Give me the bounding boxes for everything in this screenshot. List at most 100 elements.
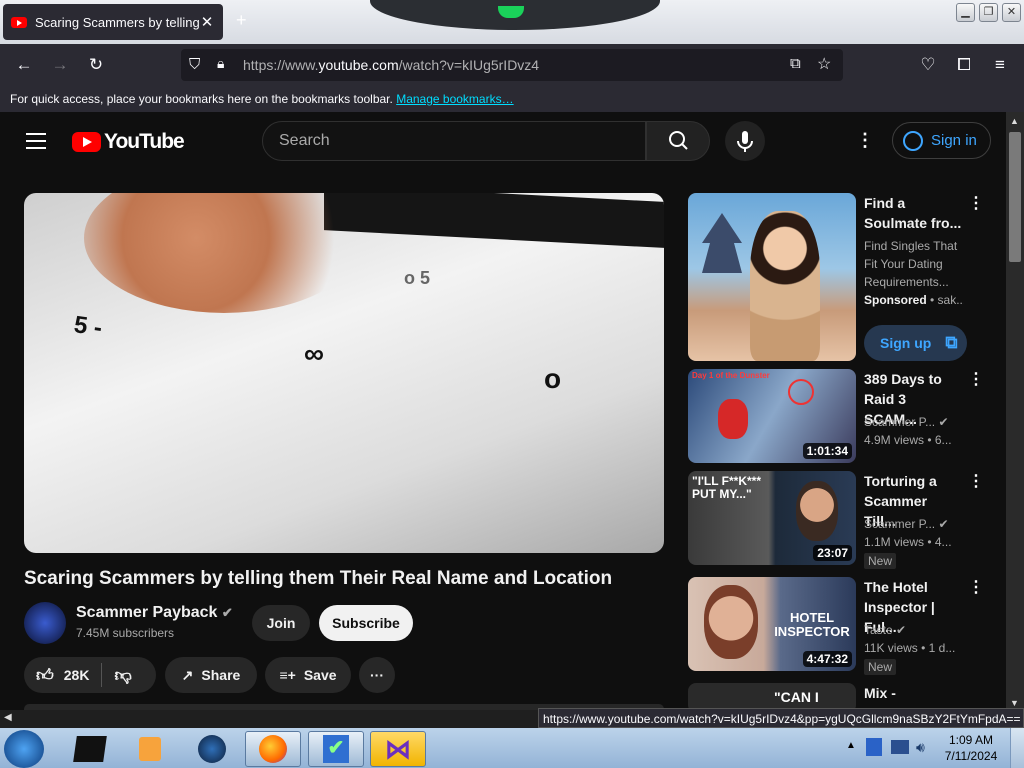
search-button[interactable] [646, 121, 710, 161]
bookmark-star-icon[interactable]: ☆ [817, 54, 831, 74]
taskbar-clock[interactable]: 1:09 AM 7/11/2024 [940, 732, 1002, 764]
taskbar-media-player[interactable] [122, 731, 178, 767]
browser-navbar: ← → ↻ ⛉ 🔒︎ https://www.youtube.com/watch… [0, 44, 1024, 86]
subscriber-count: 7.45M subscribers [76, 626, 175, 640]
show-desktop-button[interactable] [1010, 728, 1024, 768]
sign-in-button[interactable]: Sign in [892, 122, 991, 159]
network-icon[interactable] [891, 740, 909, 754]
video-player[interactable]: ∞ o 5 - o 5 [24, 193, 664, 553]
video-thumbnail[interactable]: "CAN I SPEAK [688, 683, 856, 710]
tray-expand-icon[interactable]: ▲ [846, 740, 856, 751]
search-icon [669, 131, 688, 150]
thumbs-up-icon: 👍︎ [36, 665, 54, 685]
ad-sign-up-button[interactable]: Sign up ⧉ [864, 325, 967, 361]
youtube-logo[interactable]: YouTube [72, 130, 185, 154]
close-tab-icon[interactable]: ✕ [199, 13, 215, 31]
horizontal-scrollbar[interactable]: ◀ [0, 710, 538, 728]
microphone-icon [737, 131, 753, 152]
ad-more-icon[interactable]: ⋮ [968, 193, 984, 213]
close-window-button[interactable]: ✕ [1002, 3, 1021, 22]
dislike-button[interactable]: 👎︎ [114, 665, 131, 686]
video-thumbnail[interactable]: HOTEL INSPECTOR 4:47:32 [688, 577, 856, 671]
ad-description: Find Singles That Fit Your Dating Requirem… [864, 239, 958, 289]
settings-kebab-icon[interactable]: ⋮ [855, 130, 875, 154]
sidebar-mix-card[interactable]: "CAN I SPEAK Mix - Scammer [688, 683, 988, 710]
picture-in-picture-icon[interactable]: ⧉ [790, 55, 801, 72]
url-text[interactable]: https://www.youtube.com/watch?v=kIUg5rID… [243, 57, 539, 73]
back-button[interactable]: ← [11, 52, 37, 78]
video-thumbnail[interactable]: "I'LL F**K*** PUT MY..." 23:07 [688, 471, 856, 565]
bookmarks-toolbar: For quick access, place your bookmarks h… [0, 86, 1024, 112]
search-input[interactable]: Search [262, 121, 646, 161]
youtube-favicon-icon [11, 16, 27, 28]
taskbar-firefox[interactable] [245, 731, 301, 767]
video-thumbnail[interactable]: Day 1 of the Dunster 1:01:34 [688, 369, 856, 463]
bookmarks-hint: For quick access, place your bookmarks h… [10, 92, 393, 106]
video-title[interactable]: Mix - Scammer [864, 683, 962, 710]
browser-titlebar: Scaring Scammers by telling th ✕ + ▁ ❐ ✕ [0, 0, 1024, 44]
scrollbar-thumb[interactable] [1009, 132, 1021, 262]
ad-sponsored-label: Sponsored • sak... [864, 293, 964, 307]
subscribe-button[interactable]: Subscribe [319, 605, 413, 641]
minimize-button[interactable]: ▁ [956, 3, 975, 22]
taskbar-globe-app[interactable] [184, 731, 240, 767]
channel-avatar[interactable] [24, 602, 66, 644]
channel-name[interactable]: Scammer Payback ✔ [76, 604, 233, 622]
manage-bookmarks-link[interactable]: Manage bookmarks… [396, 92, 513, 106]
sidebar-video-card[interactable]: Day 1 of the Dunster 1:01:34 389 Days to… [688, 369, 988, 465]
new-badge: New [864, 659, 897, 675]
verified-icon: ✔ [896, 623, 907, 637]
lock-icon[interactable]: 🔒︎ [217, 55, 224, 72]
video-title: Scaring Scammers by telling them Their R… [24, 568, 613, 589]
url-bar[interactable]: ⛉ 🔒︎ https://www.youtube.com/watch?v=kIU… [181, 49, 843, 81]
volume-icon[interactable]: 🔊︎ [916, 739, 925, 756]
pocket-icon[interactable]: ♡ [915, 52, 941, 78]
verified-icon: ✔ [221, 605, 233, 620]
new-tab-button[interactable]: + [236, 10, 247, 31]
taskbar-checklist-app[interactable]: ✔ [308, 731, 364, 767]
video-more-icon[interactable]: ⋮ [968, 577, 984, 597]
video-channel[interactable]: Scammer P... ✔ [864, 413, 964, 431]
thumbs-down-icon: 👎︎ [114, 665, 132, 685]
menu-icon[interactable]: ≡ [987, 52, 1013, 78]
tray-app-icon[interactable] [866, 738, 882, 756]
browser-tab-active[interactable]: Scaring Scammers by telling th ✕ [3, 4, 223, 40]
video-channel[interactable]: Scammer P... ✔ [864, 515, 964, 533]
taskbar-visual-studio[interactable]: ⋈ [370, 731, 426, 767]
join-button[interactable]: Join [252, 605, 310, 641]
verified-icon: ✔ [938, 517, 949, 531]
new-badge: New [864, 553, 897, 569]
sidebar-ad-card[interactable]: Find a Soulmate fro... Find Singles That F… [688, 193, 988, 363]
youtube-page: YouTube Search ⋮ Sign in ∞ o 5 - o 5 Sca… [0, 112, 1006, 710]
video-channel[interactable]: Taste ✔ [864, 621, 964, 639]
more-actions-button[interactable]: ··· [359, 657, 395, 693]
sidebar-video-card[interactable]: "I'LL F**K*** PUT MY..." 23:07 Torturing… [688, 471, 988, 571]
video-more-icon[interactable]: ⋮ [968, 369, 984, 389]
sidebar-video-card[interactable]: HOTEL INSPECTOR 4:47:32 The Hotel Inspect… [688, 577, 988, 677]
video-stats: 11K views • 1 d... [864, 641, 956, 655]
page-scrollbar[interactable]: ▲ ▼ [1006, 112, 1024, 710]
status-link-url: https://www.youtube.com/watch?v=kIUg5rID… [538, 708, 1024, 728]
taskbar-app-1[interactable] [62, 731, 118, 767]
video-stats: 1.1M views • 4... [864, 535, 952, 549]
video-more-icon[interactable]: ⋮ [968, 471, 984, 491]
windows-taskbar: ✔ ⋈ ▲ 🔊︎ 1:09 AM 7/11/2024 [0, 728, 1024, 768]
hamburger-menu-icon[interactable] [26, 133, 46, 154]
restore-button[interactable]: ❐ [979, 3, 998, 22]
tab-title: Scaring Scammers by telling th [35, 14, 199, 30]
shield-icon[interactable]: ⛉ [189, 56, 200, 73]
ad-thumbnail[interactable] [688, 193, 856, 361]
start-button[interactable] [4, 730, 44, 768]
ad-title[interactable]: Find a Soulmate fro... [864, 193, 962, 233]
like-button[interactable]: 👍︎ 28K [36, 665, 89, 686]
extensions-icon[interactable]: ⧠ [951, 52, 977, 78]
like-dislike-group: 👍︎ 28K 👎︎ [24, 657, 156, 693]
share-icon: ↗ [181, 666, 194, 683]
video-stats: 4.9M views • 6... [864, 433, 952, 447]
voice-search-button[interactable] [725, 121, 765, 161]
share-button[interactable]: ↗ Share [165, 657, 257, 693]
forward-button[interactable]: → [47, 52, 73, 78]
reload-button[interactable]: ↻ [83, 52, 109, 78]
account-icon [903, 130, 923, 151]
save-button[interactable]: ≡+ Save [265, 657, 351, 693]
